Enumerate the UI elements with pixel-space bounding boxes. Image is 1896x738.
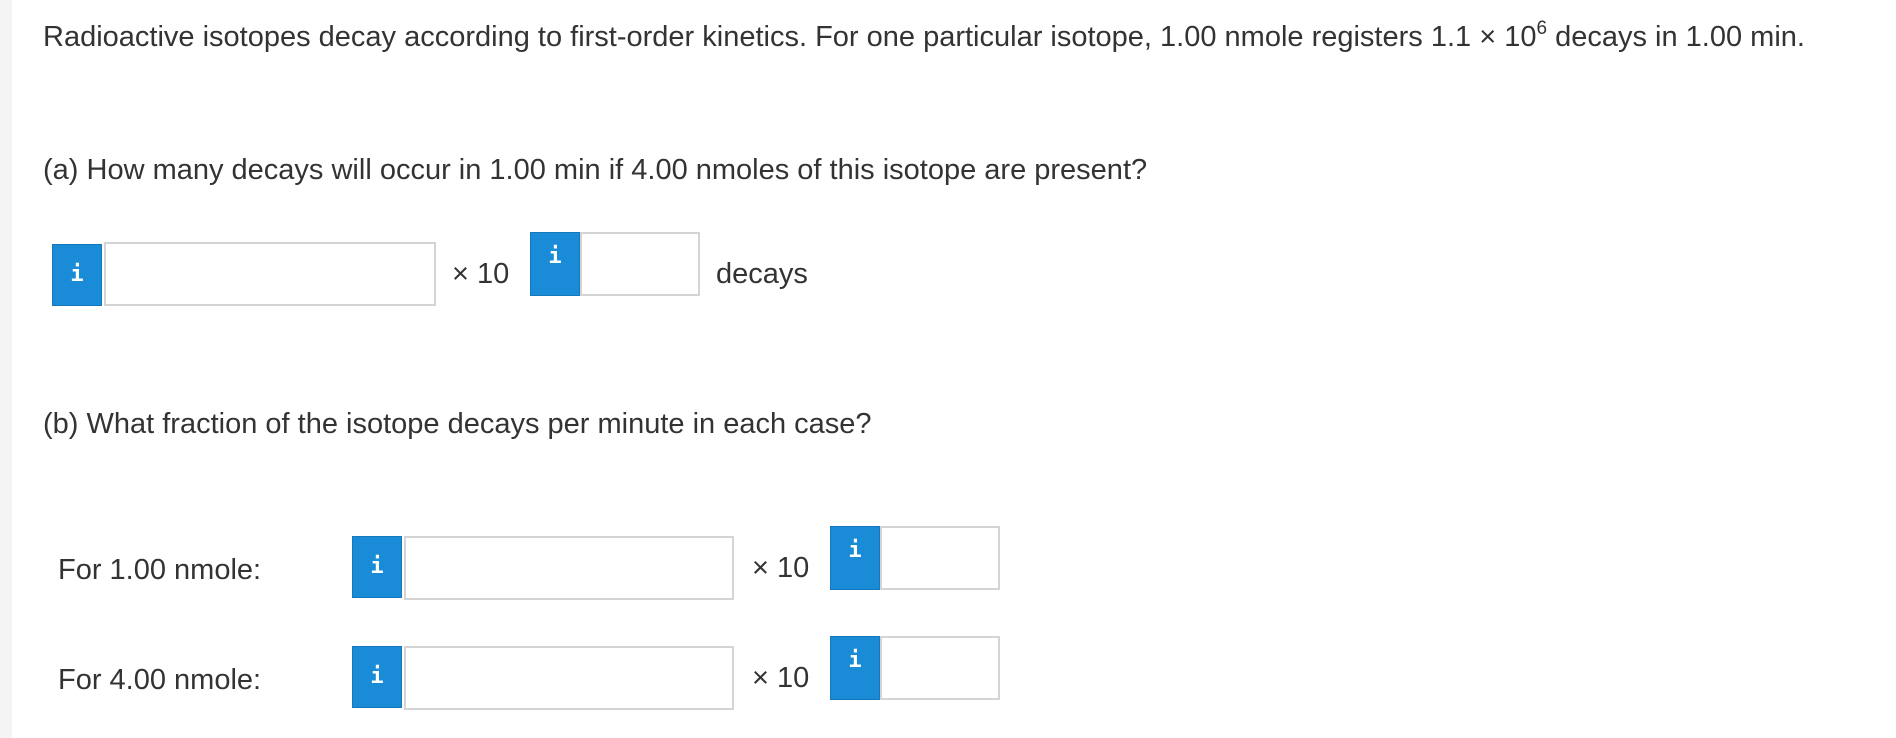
info-icon[interactable]: i <box>352 646 402 708</box>
unit-label-decays: decays <box>716 258 808 290</box>
row-label-1nmole: For 1.00 nmole: <box>58 554 262 586</box>
info-icon[interactable]: i <box>830 526 880 590</box>
answer-a-exponent-input[interactable] <box>580 232 700 296</box>
info-icon[interactable]: i <box>52 244 102 306</box>
info-icon[interactable]: i <box>530 232 580 296</box>
question-page: Radioactive isotopes decay according to … <box>0 0 1896 738</box>
info-icon[interactable]: i <box>830 636 880 700</box>
times-ten-label: × 10 <box>752 662 810 694</box>
problem-text-end: decays in 1.00 min. <box>1547 21 1805 53</box>
answer-b2-mantissa-input[interactable] <box>404 646 734 710</box>
question-a: (a) How many decays will occur in 1.00 m… <box>43 154 1148 186</box>
answer-b1-mantissa-input[interactable] <box>404 536 734 600</box>
answer-b2-exponent-input[interactable] <box>880 636 1000 700</box>
times-ten-label: × 10 <box>452 258 510 290</box>
times-ten-label: × 10 <box>752 552 810 584</box>
row-label-4nmole: For 4.00 nmole: <box>58 664 262 696</box>
question-b: (b) What fraction of the isotope decays … <box>43 408 872 440</box>
answer-a-mantissa-input[interactable] <box>104 242 436 306</box>
answer-b1-exponent-input[interactable] <box>880 526 1000 590</box>
problem-exponent: 6 <box>1536 18 1548 39</box>
problem-statement: Radioactive isotopes decay according to … <box>43 14 1883 60</box>
info-icon[interactable]: i <box>352 536 402 598</box>
problem-text-main: Radioactive isotopes decay according to … <box>43 21 1537 53</box>
left-gutter <box>0 0 12 738</box>
